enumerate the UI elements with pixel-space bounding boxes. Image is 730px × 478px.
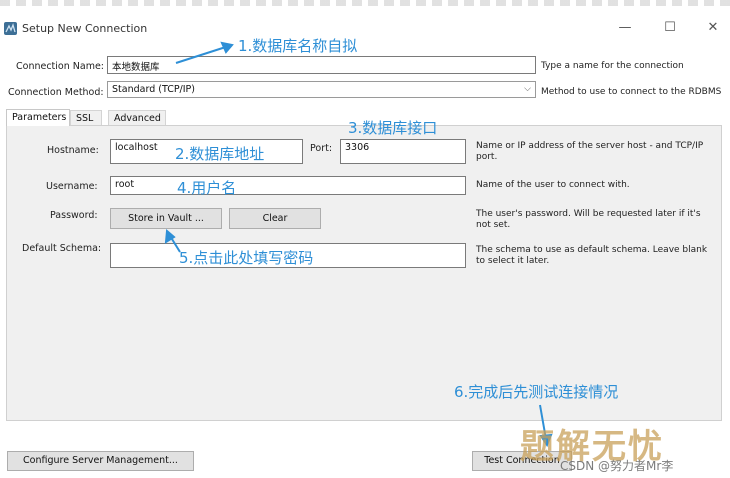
annotation-arrows xyxy=(164,41,553,448)
annotation-4: 4.用户名 xyxy=(177,179,237,197)
annotation-1: 1.数据库名称自拟 xyxy=(238,37,358,55)
arrow-1-head xyxy=(220,41,234,54)
credit-text: CSDN @努力者Mr李 xyxy=(560,459,674,473)
annotation-2: 2.数据库地址 xyxy=(175,145,265,163)
annotation-6: 6.完成后先测试连接情况 xyxy=(454,383,619,401)
annotation-3: 3.数据库接口 xyxy=(348,119,438,137)
tab-parameters[interactable]: Parameters xyxy=(6,109,70,126)
annotation-5: 5.点击此处填写密码 xyxy=(179,249,314,267)
